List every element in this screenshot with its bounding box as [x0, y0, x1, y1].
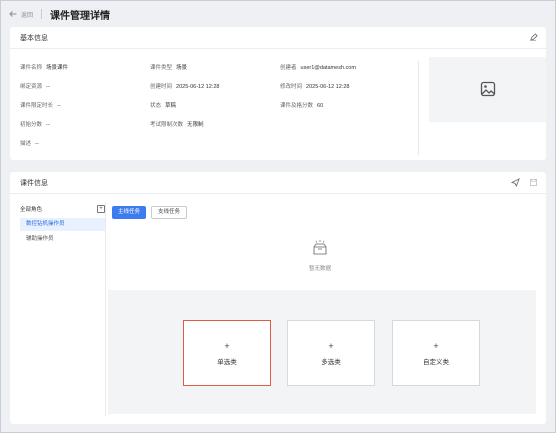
basic-info-title: 基本信息 — [20, 34, 48, 42]
divider — [41, 9, 43, 19]
arrow-left-icon[interactable] — [8, 9, 18, 19]
top-bar: 返回 课件管理详情 — [0, 0, 556, 28]
plus-icon: + — [433, 340, 439, 351]
basic-info-card: 基本信息 课件名称 场景课件 课件类型 场景 创建者 user1@datamesh.c… — [10, 27, 546, 160]
save-icon[interactable] — [528, 178, 538, 188]
role-item[interactable]: 数控钻机操作员 — [20, 218, 105, 231]
cover-image-placeholder — [429, 57, 546, 122]
field-initial-score: 初始分数 -- — [20, 122, 50, 128]
field-attempt-limit: 考试限制次数 无限制 — [150, 122, 204, 128]
field-type: 课件类型 场景 — [150, 65, 188, 71]
field-name: 课件名称 场景课件 — [20, 65, 69, 71]
image-icon — [480, 81, 496, 99]
option-label: 多选类 — [321, 358, 341, 366]
field-bound-resource: 绑定资源 -- — [20, 84, 50, 90]
task-tabs: 主线任务 支线任务 — [112, 206, 188, 219]
empty-box-icon — [310, 240, 330, 260]
option-label: 自定义类 — [423, 358, 449, 366]
single-choice-option[interactable]: + 单选类 — [183, 320, 271, 386]
field-created-time: 创建时间 2025-06-12 12:28 — [150, 84, 220, 90]
field-pass-score: 课件及格分数 60 — [280, 103, 324, 109]
multi-choice-option[interactable]: + 多选类 — [287, 320, 375, 386]
tab-branch-task[interactable]: 支线任务 — [151, 206, 188, 219]
back-link[interactable]: 返回 — [21, 10, 33, 19]
role-item[interactable]: 辅助操作员 — [20, 233, 105, 246]
field-description: 描述 -- — [20, 141, 39, 147]
plus-icon: + — [224, 340, 230, 351]
plus-icon: + — [328, 340, 334, 351]
edit-icon[interactable] — [528, 33, 538, 43]
empty-text: 暂无数据 — [308, 266, 331, 272]
courseware-title: 课件信息 — [20, 179, 48, 187]
field-creator: 创建者 user1@datamesh.com — [280, 65, 356, 71]
tab-main-task[interactable]: 主线任务 — [112, 206, 147, 219]
field-status: 状态 草稿 — [150, 103, 177, 109]
add-role-icon[interactable]: + — [97, 205, 105, 213]
question-type-area: + 单选类 + 多选类 + 自定义类 — [108, 290, 536, 414]
role-panel-title: 全部角色 — [20, 207, 43, 213]
role-panel-header: 全部角色 + — [20, 202, 105, 216]
field-time-limit: 课件限定时长 -- — [20, 103, 61, 109]
field-modified-time: 修改时间 2025-06-12 12:28 — [280, 84, 350, 90]
courseware-header: 课件信息 — [10, 172, 546, 194]
page-title: 课件管理详情 — [50, 10, 111, 22]
vertical-divider — [418, 61, 419, 155]
courseware-card: 课件信息 全部角色 + 数控钻机操作员 辅助操作员 主线任务 支线任务 暂无数据… — [10, 172, 546, 424]
option-label: 单选类 — [217, 358, 237, 366]
custom-option[interactable]: + 自定义类 — [392, 320, 480, 386]
role-panel: 全部角色 + 数控钻机操作员 辅助操作员 — [20, 202, 106, 416]
empty-state: 暂无数据 — [290, 238, 350, 272]
basic-info-header: 基本信息 — [10, 27, 546, 49]
send-icon[interactable] — [510, 178, 520, 188]
